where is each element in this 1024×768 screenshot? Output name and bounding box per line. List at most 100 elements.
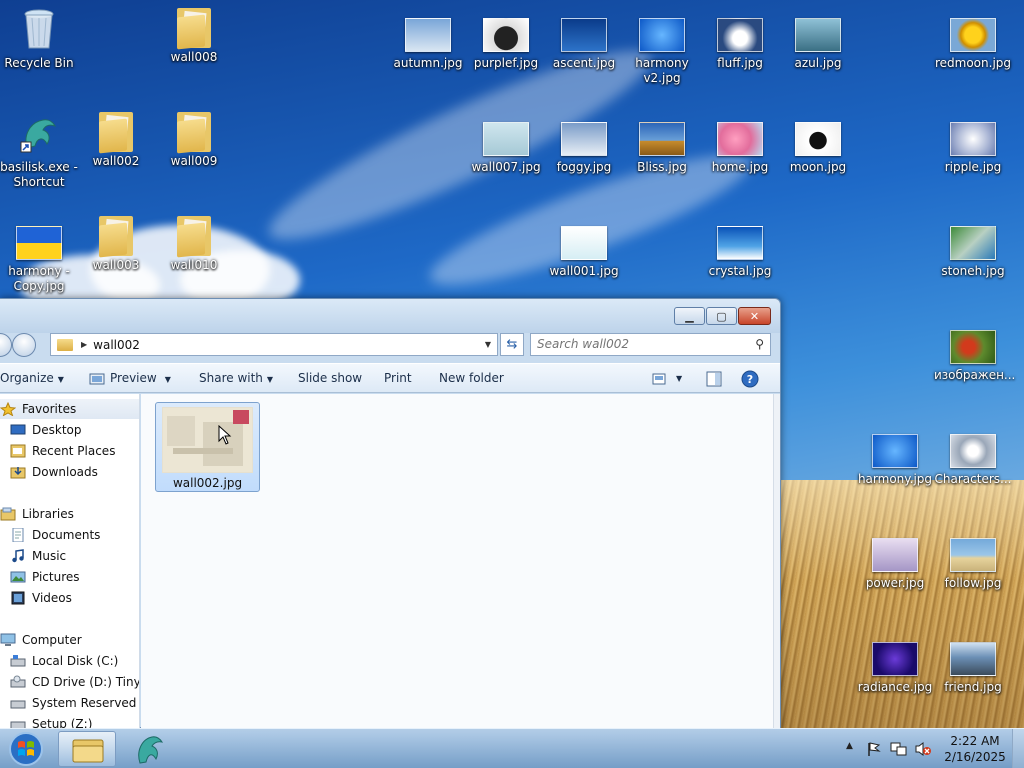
file-list[interactable]: wall002.jpg	[141, 394, 773, 729]
desktop-icon-wall009[interactable]: wall009	[155, 110, 233, 169]
slide-show-button[interactable]: Slide show	[298, 371, 362, 385]
explorer-window[interactable]: ▁ ▢ ✕ ▶ wall002 ▼ ⇆ ⚲ Organize▼	[0, 298, 781, 729]
folder-icon	[99, 110, 133, 154]
image-thumbnail	[950, 642, 996, 676]
desktop-icon-label: wall003	[92, 258, 140, 272]
desktop-icon-home[interactable]: home.jpg	[701, 122, 779, 175]
desktop-icon-autumn[interactable]: autumn.jpg	[389, 18, 467, 71]
search-icon[interactable]: ⚲	[755, 337, 764, 351]
refresh-button[interactable]: ⇆	[500, 333, 524, 356]
share-with-label: Share with	[199, 371, 263, 385]
image-thumbnail	[483, 122, 529, 156]
nav-pictures[interactable]: Pictures	[0, 567, 139, 587]
preview-pane-icon[interactable]	[706, 371, 722, 387]
desktop-icon-wall003[interactable]: wall003	[77, 214, 155, 273]
desktop-icon-crystal[interactable]: crystal.jpg	[701, 226, 779, 279]
back-button[interactable]	[0, 333, 12, 357]
desktop-icon-label: wall010	[170, 258, 218, 272]
desktop-icon-izobrazhen[interactable]: изображен...	[934, 330, 1015, 383]
desktop-icon-follow[interactable]: follow.jpg	[934, 538, 1012, 591]
nav-downloads[interactable]: Downloads	[0, 462, 139, 482]
desktop-icon-redmoon[interactable]: redmoon.jpg	[934, 18, 1012, 71]
desktop-icon-harmony-v2[interactable]: harmony v2.jpg	[623, 18, 701, 86]
taskbar-explorer-button[interactable]	[58, 731, 116, 767]
desktop-icon-label: redmoon.jpg	[934, 56, 1012, 70]
action-center-flag-icon[interactable]	[866, 741, 882, 757]
search-input[interactable]	[537, 334, 747, 354]
breadcrumb-wall002[interactable]: wall002	[93, 338, 140, 352]
hard-drive-icon	[10, 655, 26, 667]
nav-recent-places[interactable]: Recent Places	[0, 441, 139, 461]
file-thumbnail	[162, 407, 253, 473]
new-folder-button[interactable]: New folder	[439, 371, 504, 385]
pictures-icon	[10, 571, 26, 583]
print-button[interactable]: Print	[384, 371, 412, 385]
desktop-icon-harmony-copy[interactable]: harmony - Copy.jpg	[0, 226, 78, 294]
desktop-icon-wall008[interactable]: wall008	[155, 6, 233, 65]
vertical-scrollbar[interactable]	[773, 394, 780, 729]
file-item[interactable]: wall002.jpg	[155, 402, 260, 492]
address-row: ▶ wall002 ▼ ⇆ ⚲	[0, 331, 780, 357]
help-icon[interactable]: ?	[741, 370, 759, 388]
desktop-icon-purplef[interactable]: purplef.jpg	[467, 18, 545, 71]
desktop-icon-wall010[interactable]: wall010	[155, 214, 233, 273]
desktop-icon-bliss[interactable]: Bliss.jpg	[623, 122, 701, 175]
view-dropdown-icon[interactable]: ▼	[676, 374, 682, 383]
address-bar[interactable]: ▶ wall002 ▼	[50, 333, 498, 356]
desktop-icon-wall001[interactable]: wall001.jpg	[545, 226, 623, 279]
nav-music[interactable]: Music	[0, 546, 139, 566]
desktop-icon-fluff[interactable]: fluff.jpg	[701, 18, 779, 71]
nav-label: System Reserved (F:)	[32, 696, 139, 710]
close-button[interactable]: ✕	[738, 307, 771, 325]
desktop-icon-power[interactable]: power.jpg	[856, 538, 934, 591]
network-icon[interactable]	[890, 741, 908, 757]
nav-cd-drive[interactable]: CD Drive (D:) Tiny7 x	[0, 672, 139, 692]
nav-favorites[interactable]: Favorites	[0, 399, 139, 419]
maximize-button[interactable]: ▢	[706, 307, 737, 325]
start-button[interactable]	[4, 729, 48, 768]
desktop-icon-wall007[interactable]: wall007.jpg	[467, 122, 545, 175]
taskbar-basilisk-button[interactable]	[124, 731, 174, 767]
nav-libraries[interactable]: Libraries	[0, 504, 139, 524]
nav-videos[interactable]: Videos	[0, 588, 139, 608]
desktop-icon-label: follow.jpg	[944, 576, 1002, 590]
basilisk-icon	[138, 736, 164, 764]
nav-label: Favorites	[22, 402, 77, 416]
desktop-icon-recycle-bin[interactable]: Recycle Bin	[0, 8, 78, 71]
preview-label: Preview	[110, 371, 157, 385]
desktop-icon-stoneh[interactable]: stoneh.jpg	[934, 226, 1012, 279]
desktop-icon-radiance[interactable]: radiance.jpg	[856, 642, 934, 695]
desktop-icon-moon[interactable]: moon.jpg	[779, 122, 857, 175]
title-bar[interactable]: ▁ ▢ ✕	[0, 299, 780, 333]
nav-label: Local Disk (C:)	[32, 654, 119, 668]
breadcrumb-arrow-icon[interactable]: ▶	[81, 340, 87, 349]
desktop-icon-basilisk-shortcut[interactable]: basilisk.exe - Shortcut	[0, 112, 78, 190]
nav-local-disk[interactable]: Local Disk (C:)	[0, 651, 139, 671]
organize-button[interactable]: Organize ▼	[0, 371, 64, 385]
share-with-button[interactable]: Share with ▼	[199, 371, 273, 385]
desktop-icon-ascent[interactable]: ascent.jpg	[545, 18, 623, 71]
nav-desktop[interactable]: Desktop	[0, 420, 139, 440]
desktop-icon-friend[interactable]: friend.jpg	[934, 642, 1012, 695]
forward-button[interactable]	[12, 333, 36, 357]
desktop-icon-harmony[interactable]: harmony.jpg	[856, 434, 934, 487]
desktop-icon-foggy[interactable]: foggy.jpg	[545, 122, 623, 175]
search-box[interactable]: ⚲	[530, 333, 771, 356]
desktop-icon-azul[interactable]: azul.jpg	[779, 18, 857, 71]
show-hidden-icons-icon[interactable]: ▲	[846, 741, 853, 751]
volume-muted-icon[interactable]	[914, 741, 932, 757]
desktop-icon-characters[interactable]: Characters...	[934, 434, 1012, 487]
windows-logo-icon	[9, 732, 43, 766]
nav-documents[interactable]: Documents	[0, 525, 139, 545]
preview-button[interactable]: Preview ▼	[110, 371, 171, 385]
address-dropdown-icon[interactable]: ▼	[485, 340, 491, 349]
nav-system-reserved[interactable]: System Reserved (F:)	[0, 693, 139, 713]
nav-setup[interactable]: Setup (Z:)	[0, 714, 139, 729]
nav-computer[interactable]: Computer	[0, 630, 139, 650]
show-desktop-button[interactable]	[1012, 729, 1024, 768]
system-clock[interactable]: 2:22 AM 2/16/2025	[940, 733, 1010, 765]
desktop-icon-ripple[interactable]: ripple.jpg	[934, 122, 1012, 175]
view-options-icon[interactable]	[652, 372, 666, 386]
minimize-button[interactable]: ▁	[674, 307, 705, 325]
desktop-icon-wall002[interactable]: wall002	[77, 110, 155, 169]
